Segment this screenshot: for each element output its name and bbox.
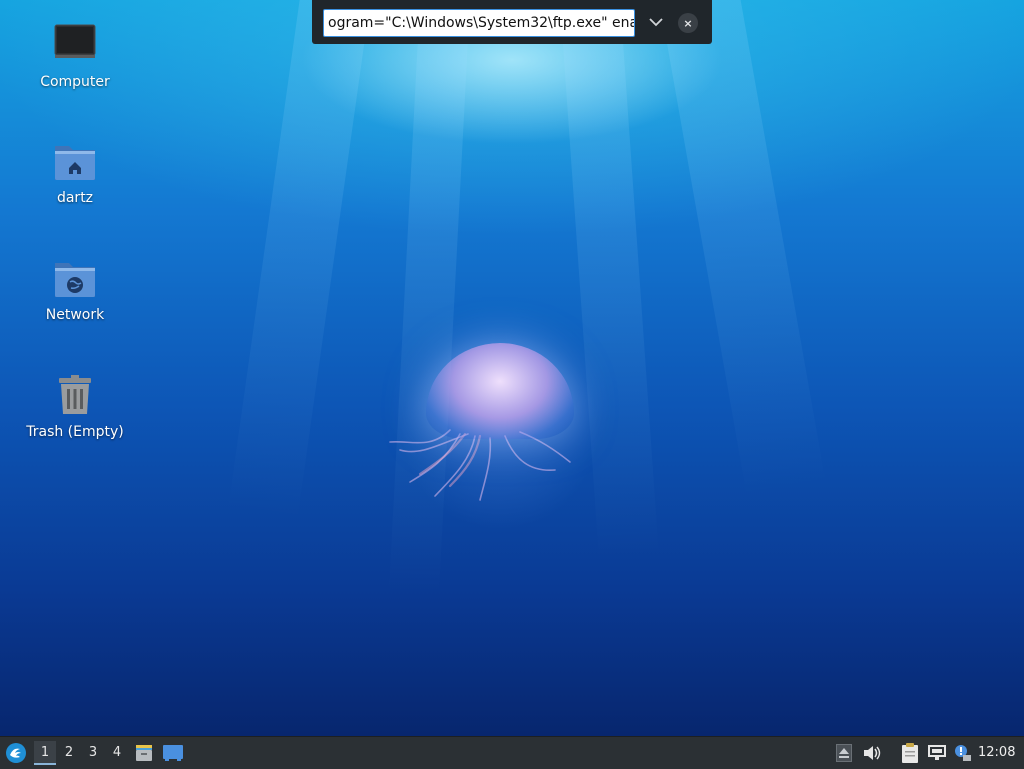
show-desktop-icon[interactable] [161, 742, 185, 764]
trash-icon [51, 372, 99, 420]
run-command-input[interactable]: ogram="C:\Windows\System32\ftp.exe" ena [323, 9, 635, 37]
light-ray [227, 0, 370, 520]
volume-icon[interactable] [861, 742, 883, 764]
monitor-icon [51, 22, 99, 70]
desktop-icon-home[interactable]: dartz [18, 138, 132, 206]
workspace-2[interactable]: 2 [58, 741, 80, 765]
network-folder-icon [51, 255, 99, 303]
clock[interactable]: 12:08 [978, 741, 1015, 765]
file-manager-icon[interactable] [133, 742, 155, 764]
desktop-background: Computer dartz Network Trash (Empty) [0, 0, 1024, 736]
workspace-1[interactable]: 1 [34, 741, 56, 765]
network-icon[interactable] [926, 742, 948, 764]
clipboard-icon[interactable] [898, 742, 922, 764]
light-ray [660, 0, 827, 500]
chevron-down-icon[interactable] [643, 9, 669, 35]
workspace-3[interactable]: 3 [82, 741, 104, 765]
home-folder-icon [51, 138, 99, 186]
desktop-icon-label: Computer [40, 74, 110, 90]
desktop-icon-label: Trash (Empty) [26, 424, 124, 440]
desktop-icon-computer[interactable]: Computer [18, 22, 132, 90]
desktop-icon-network[interactable]: Network [18, 255, 132, 323]
eject-icon[interactable] [834, 742, 854, 764]
desktop-icon-label: Network [45, 307, 105, 323]
lubuntu-logo-icon[interactable] [4, 742, 28, 764]
desktop-icon-trash[interactable]: Trash (Empty) [18, 372, 132, 440]
workspace-4[interactable]: 4 [106, 741, 128, 765]
run-dialog: ogram="C:\Windows\System32\ftp.exe" ena … [312, 0, 712, 44]
close-icon[interactable]: × [678, 13, 698, 33]
taskbar: 1 2 3 4 12:08 [0, 736, 1024, 769]
update-notifier-icon[interactable] [952, 742, 974, 764]
desktop-icon-label: dartz [56, 190, 94, 206]
run-command-text: ogram="C:\Windows\System32\ftp.exe" ena [328, 15, 635, 31]
